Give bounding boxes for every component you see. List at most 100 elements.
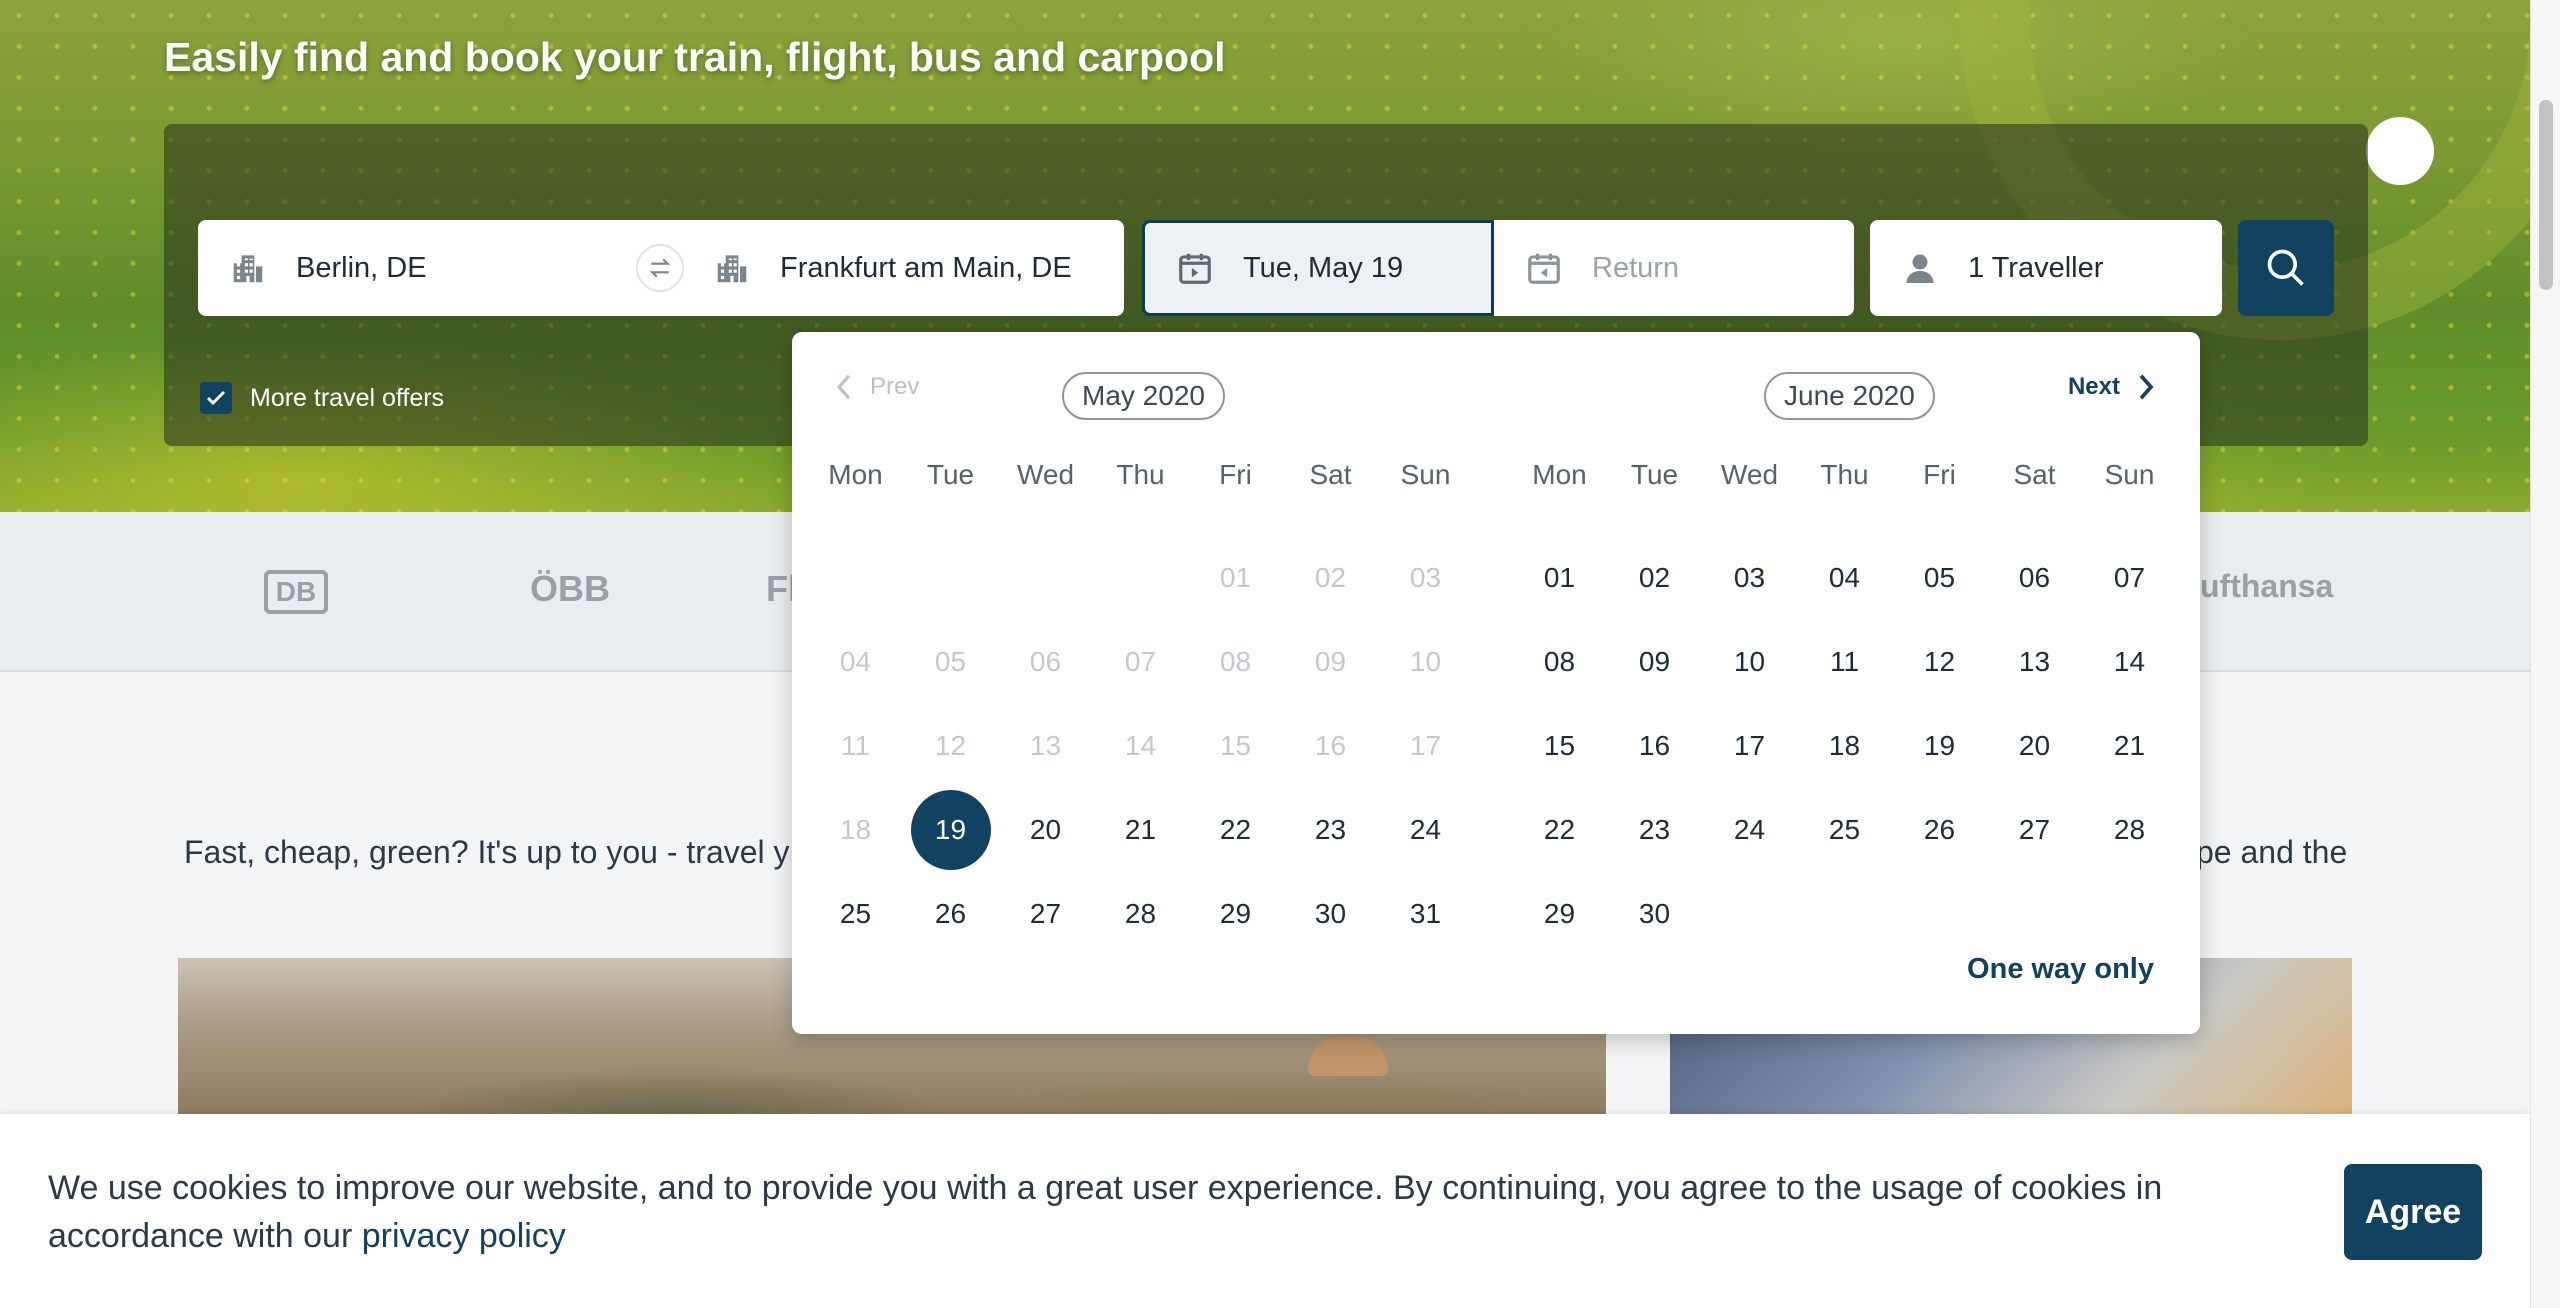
day-cell[interactable]: 27 <box>1987 788 2082 872</box>
day-cell[interactable]: 18 <box>1797 704 1892 788</box>
day-number: 03 <box>1733 562 1766 593</box>
day-number: 12 <box>934 730 967 761</box>
day-cell[interactable]: 24 <box>1702 788 1797 872</box>
weekday-header: Mon Tue Wed Thu Fri Sat Sun <box>808 450 1474 500</box>
day-number: 27 <box>1029 898 1062 929</box>
day-cell: 16 <box>1283 704 1378 788</box>
day-cell[interactable]: 28 <box>2082 788 2177 872</box>
chevron-left-icon <box>836 374 851 400</box>
agree-button[interactable]: Agree <box>2344 1164 2482 1260</box>
travellers-value: 1 Traveller <box>1968 251 2104 284</box>
day-cell[interactable]: 27 <box>998 872 1093 956</box>
more-offers-checkbox[interactable]: More travel offers <box>200 382 444 414</box>
day-cell[interactable]: 23 <box>1607 788 1702 872</box>
weekday-label: Wed <box>1720 459 1779 490</box>
next-label: Next <box>2067 373 2120 400</box>
day-cell[interactable]: 25 <box>808 872 903 956</box>
travellers-field[interactable]: 1 Traveller <box>1870 220 2222 316</box>
day-number: 08 <box>1219 646 1252 677</box>
day-cell[interactable]: 20 <box>998 788 1093 872</box>
day-cell[interactable]: 23 <box>1283 788 1378 872</box>
day-number: 04 <box>1828 562 1861 593</box>
day-cell[interactable]: 16 <box>1607 704 1702 788</box>
date-picker-popup: Prev Next May 2020 June 2020 Mon Tue Wed Th… <box>792 332 2200 1034</box>
page-scrollbar[interactable] <box>2530 0 2560 1308</box>
day-cell[interactable]: 04 <box>1797 536 1892 620</box>
day-cell[interactable]: 10 <box>1702 620 1797 704</box>
swap-arrows-icon <box>649 258 671 278</box>
day-cell[interactable]: 11 <box>1797 620 1892 704</box>
day-number: 08 <box>1543 646 1576 677</box>
next-month-button[interactable]: Next <box>2068 372 2158 402</box>
day-cell[interactable]: 15 <box>1512 704 1607 788</box>
day-cell[interactable]: 09 <box>1607 620 1702 704</box>
day-number: 15 <box>1219 730 1252 761</box>
day-cell[interactable]: 29 <box>1512 872 1607 956</box>
day-cell: 09 <box>1283 620 1378 704</box>
day-cell[interactable]: 08 <box>1512 620 1607 704</box>
day-cell: 05 <box>903 620 998 704</box>
depart-date-field[interactable]: Tue, May 19 <box>1142 220 1494 316</box>
day-number: 15 <box>1543 730 1576 761</box>
day-cell[interactable]: 12 <box>1892 620 1987 704</box>
day-cell[interactable]: 30 <box>1607 872 1702 956</box>
day-cell[interactable]: 14 <box>2082 620 2177 704</box>
day-cell[interactable]: 02 <box>1607 536 1702 620</box>
day-cell: 18 <box>808 788 903 872</box>
day-number: 16 <box>1314 730 1347 761</box>
day-cell[interactable]: 25 <box>1797 788 1892 872</box>
day-number: 30 <box>1638 898 1671 929</box>
day-cell[interactable]: 22 <box>1512 788 1607 872</box>
weekday-label: Tue <box>1630 459 1679 490</box>
day-cell[interactable]: 22 <box>1188 788 1283 872</box>
day-cell[interactable]: 05 <box>1892 536 1987 620</box>
swap-button[interactable] <box>636 244 684 292</box>
tagline-left: Fast, cheap, green? It's up to you - tra… <box>184 834 790 870</box>
day-cell: 07 <box>1093 620 1188 704</box>
day-cell[interactable]: 24 <box>1378 788 1473 872</box>
week-row: 01 02 03 <box>808 536 1474 620</box>
weekday-label: Sat <box>1309 459 1352 490</box>
day-cell[interactable]: 31 <box>1378 872 1473 956</box>
day-cell[interactable]: 17 <box>1702 704 1797 788</box>
prev-month-button[interactable]: Prev <box>832 372 919 402</box>
day-number: 25 <box>839 898 872 929</box>
week-row: 22 23 24 25 26 27 28 <box>1512 788 2178 872</box>
day-cell[interactable]: 21 <box>1093 788 1188 872</box>
day-number: 01 <box>1219 562 1252 593</box>
day-cell[interactable]: 13 <box>1987 620 2082 704</box>
day-cell[interactable]: 01 <box>1512 536 1607 620</box>
selected-day[interactable]: 19 <box>903 788 998 872</box>
day-number: 26 <box>1923 814 1956 845</box>
day-cell[interactable]: 26 <box>903 872 998 956</box>
day-cell[interactable]: 06 <box>1987 536 2082 620</box>
day-number: 23 <box>1314 814 1347 845</box>
day-cell[interactable]: 29 <box>1188 872 1283 956</box>
scrollbar-thumb[interactable] <box>2539 100 2553 290</box>
empty-day-cell <box>1093 536 1188 620</box>
week-row: 01 02 03 04 05 06 07 <box>1512 536 2178 620</box>
return-date-field[interactable]: Return <box>1494 220 1854 316</box>
day-number: 02 <box>1638 562 1671 593</box>
day-cell[interactable]: 03 <box>1702 536 1797 620</box>
day-cell[interactable]: 28 <box>1093 872 1188 956</box>
cookie-banner: We use cookies to improve our website, a… <box>0 1114 2530 1308</box>
day-cell[interactable]: 30 <box>1283 872 1378 956</box>
day-number: 16 <box>1638 730 1671 761</box>
weekday-label: Sat <box>2013 459 2056 490</box>
day-number: 24 <box>1409 814 1442 845</box>
from-field[interactable]: Berlin, DE <box>198 220 662 316</box>
day-cell[interactable]: 21 <box>2082 704 2177 788</box>
to-field[interactable]: Frankfurt am Main, DE <box>662 220 1124 316</box>
week-row: 25 26 27 28 29 30 31 <box>808 872 1474 956</box>
search-button[interactable] <box>2238 220 2334 316</box>
day-cell[interactable]: 19 <box>1892 704 1987 788</box>
privacy-policy-link[interactable]: privacy policy <box>362 1217 566 1255</box>
one-way-only-link[interactable]: One way only <box>1967 953 2154 986</box>
checkbox-checked-icon <box>200 382 232 414</box>
day-cell: 03 <box>1378 536 1473 620</box>
day-cell[interactable]: 07 <box>2082 536 2177 620</box>
day-cell[interactable]: 20 <box>1987 704 2082 788</box>
week-row: 08 09 10 11 12 13 14 <box>1512 620 2178 704</box>
day-cell[interactable]: 26 <box>1892 788 1987 872</box>
